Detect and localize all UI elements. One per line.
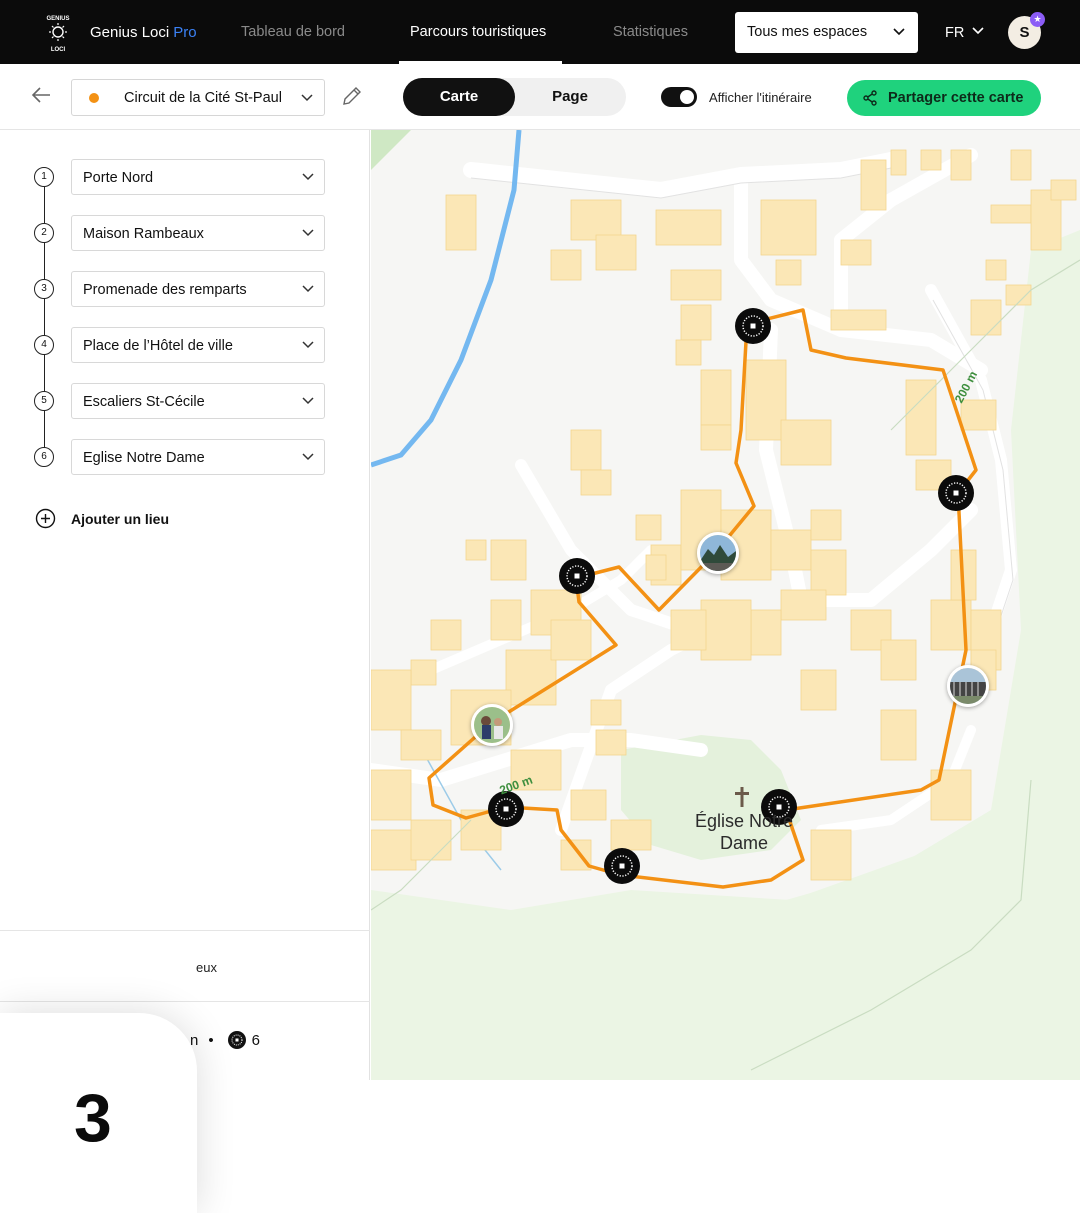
circuit-name: Circuit de la Cité St-Paul: [124, 90, 282, 106]
stop-select[interactable]: Escaliers St-Cécile: [71, 383, 325, 419]
star-badge-icon: ★: [1030, 12, 1045, 27]
stop-select[interactable]: Eglise Notre Dame: [71, 439, 325, 475]
view-map-button[interactable]: Carte: [403, 78, 515, 116]
photo-marker[interactable]: [697, 532, 739, 574]
user-avatar[interactable]: S ★: [1008, 12, 1045, 49]
tab-statistics[interactable]: Statistiques: [613, 24, 688, 40]
stop-row: 5 Escaliers St-Cécile: [0, 383, 370, 419]
chevron-down-icon: [302, 173, 314, 181]
chevron-down-icon: [302, 453, 314, 461]
svg-text:GENIUS: GENIUS: [46, 16, 69, 22]
language-select[interactable]: FR: [945, 25, 984, 41]
chevron-down-icon: [302, 397, 314, 405]
circuit-color-dot: [89, 93, 99, 103]
tab-dashboard[interactable]: Tableau de bord: [241, 24, 345, 40]
language-value: FR: [945, 25, 965, 41]
stop-row: 2 Maison Rambeaux: [0, 215, 370, 251]
pro-badge: Pro: [173, 24, 197, 41]
green-area: [371, 830, 991, 1080]
plus-circle-icon: [35, 508, 56, 529]
church-label: Église Notre Dame: [694, 811, 794, 853]
photo-marker[interactable]: [947, 665, 989, 707]
stop-number: 1: [34, 167, 54, 187]
view-toggle: Carte Page: [403, 78, 626, 116]
space-select[interactable]: Tous mes espaces: [735, 12, 918, 53]
chevron-down-icon: [302, 229, 314, 237]
share-icon: [863, 90, 877, 106]
poi-marker[interactable]: [735, 308, 771, 344]
poi-marker[interactable]: [488, 791, 524, 827]
poi-count: 6: [251, 1032, 260, 1049]
edit-pencil-icon[interactable]: [340, 84, 364, 108]
stop-number: 2: [34, 223, 54, 243]
chevron-down-icon: [972, 27, 984, 35]
poi-marker-icon: [227, 1031, 246, 1049]
stop-number: 6: [34, 447, 54, 467]
chevron-down-icon: [301, 94, 313, 102]
photo-thumbnail: [950, 668, 986, 704]
genius-loci-logo[interactable]: GENIUS LOCI: [38, 12, 78, 52]
photo-thumbnail: [474, 707, 510, 743]
chevron-down-icon: [302, 285, 314, 293]
stop-select[interactable]: Porte Nord: [71, 159, 325, 195]
stop-row: 4 Place de l’Hôtel de ville: [0, 327, 370, 363]
park-area: [371, 130, 411, 170]
summary-stats: n • 6: [190, 1031, 260, 1049]
back-arrow-icon[interactable]: [30, 84, 52, 106]
tab-tourist-routes[interactable]: Parcours touristiques: [410, 24, 546, 40]
map-canvas[interactable]: [371, 130, 1080, 1080]
stop-number: 4: [34, 335, 54, 355]
stop-number: 5: [34, 391, 54, 411]
divider: [0, 1001, 370, 1002]
step-number: 3: [74, 1080, 112, 1156]
view-page-button[interactable]: Page: [514, 78, 626, 116]
poi-marker[interactable]: [559, 558, 595, 594]
photo-marker[interactable]: [471, 704, 513, 746]
summary-places-text: eux: [196, 960, 217, 975]
stops-sidebar: 1 Porte Nord 2 Maison Rambeaux 3 Promena…: [0, 130, 370, 1213]
share-map-button[interactable]: Partager cette carte: [847, 80, 1041, 116]
itinerary-toggle[interactable]: [661, 87, 697, 107]
stop-row: 3 Promenade des remparts: [0, 271, 370, 307]
stop-select[interactable]: Promenade des remparts: [71, 271, 325, 307]
toggle-knob: [680, 90, 694, 104]
photo-thumbnail: [700, 535, 736, 571]
circuit-select[interactable]: Circuit de la Cité St-Paul: [71, 79, 325, 116]
space-select-value: Tous mes espaces: [747, 24, 868, 40]
chevron-down-icon: [302, 341, 314, 349]
stop-select[interactable]: Maison Rambeaux: [71, 215, 325, 251]
poi-marker[interactable]: [604, 848, 640, 884]
stop-row: 1 Porte Nord: [0, 159, 370, 195]
itinerary-toggle-label: Afficher l'itinéraire: [709, 90, 812, 105]
map-toolbar: Circuit de la Cité St-Paul Carte Page Af…: [0, 64, 1080, 130]
brand-name: Genius Loci Pro: [90, 24, 197, 41]
chevron-down-icon: [893, 28, 905, 36]
stop-row: 6 Eglise Notre Dame: [0, 439, 370, 475]
stop-number: 3: [34, 279, 54, 299]
map-view[interactable]: 200 m 200 m Église Notre Dame: [371, 130, 1080, 1080]
stop-select[interactable]: Place de l’Hôtel de ville: [71, 327, 325, 363]
poi-marker[interactable]: [938, 475, 974, 511]
svg-text:LOCI: LOCI: [51, 47, 66, 52]
top-navbar: GENIUS LOCI Genius Loci Pro Tableau de bo…: [0, 0, 1080, 64]
onboarding-step-card: 3: [0, 1013, 197, 1213]
divider: [0, 930, 370, 931]
